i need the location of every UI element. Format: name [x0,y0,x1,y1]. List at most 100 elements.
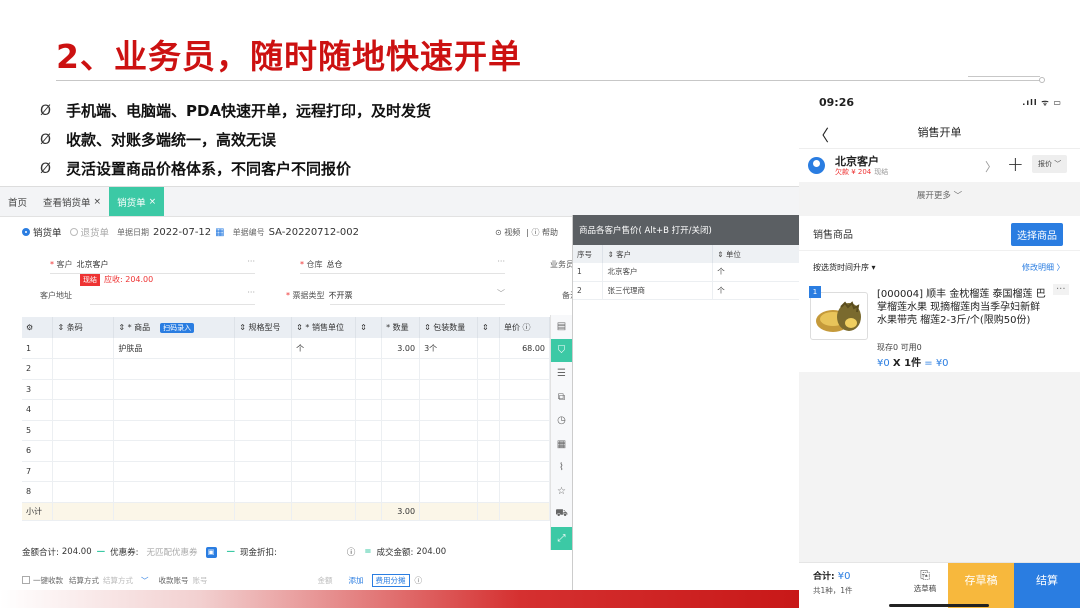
video-link[interactable]: ⊙ 视频 [495,227,520,238]
cell-price[interactable] [499,440,550,462]
cell[interactable] [477,379,500,400]
account-input[interactable]: 账号 [193,575,208,586]
column-qty[interactable]: * 数量 [381,317,421,338]
cell-qty[interactable] [381,461,421,482]
cell-no[interactable]: 2 [22,358,54,380]
sort-select[interactable]: 按选货时间升序 ▾ [813,262,876,273]
cell[interactable] [52,420,115,441]
cell[interactable] [234,338,293,359]
shield-icon[interactable]: ⛉ [551,338,572,362]
cell-unit[interactable] [291,379,357,400]
truck-icon[interactable]: ⛟ [551,503,572,527]
table-row[interactable]: 4 [22,399,550,421]
clock-icon[interactable]: ◷ [551,409,572,433]
table-row[interactable]: 2 [22,358,550,380]
cell-no[interactable]: 6 [22,440,54,462]
cell[interactable] [355,440,383,462]
coupon-select[interactable]: 无匹配优惠券 [147,546,198,558]
column-sale-unit[interactable]: ⇕ * 销售单位 [291,317,357,338]
cell[interactable] [52,440,115,462]
column-price[interactable]: 单价 ⓘ [499,317,550,338]
cell-product[interactable] [113,481,236,503]
cell-product[interactable] [113,399,236,421]
customer-field[interactable]: * 客户 北京客户 ··· [50,257,255,274]
cell-unit[interactable] [291,481,357,503]
cell-qty[interactable] [381,379,421,400]
cell-qty[interactable] [381,358,421,380]
cell[interactable] [234,379,293,400]
edit-detail-link[interactable]: 修改明细 〉 [1022,262,1065,273]
checkout-button[interactable]: 结算 [1014,563,1080,608]
cell-unit[interactable]: 个 [291,338,357,359]
document-icon[interactable]: ▤ [551,315,572,339]
cell[interactable] [477,461,500,482]
cell[interactable] [477,420,500,441]
cell-no[interactable]: 7 [22,461,54,482]
cell-price[interactable] [499,379,550,400]
cell[interactable] [234,461,293,482]
cell[interactable] [477,481,500,503]
tab-home[interactable]: 首页 [0,187,35,216]
tab-sales-order[interactable]: 销货单 × [109,187,165,216]
cell-product[interactable]: 护肤品 [113,338,236,359]
cell[interactable] [355,420,383,441]
cell-product[interactable] [113,379,236,400]
cell-product[interactable] [113,420,236,441]
cell-no[interactable]: 1 [22,338,54,359]
cell-price[interactable] [499,399,550,421]
invoice-type-field[interactable]: * 票据类型 不开票 ﹀ [286,289,505,305]
cell-unit[interactable] [291,420,357,441]
cell-price[interactable]: 68.00 [499,338,550,359]
cell[interactable] [234,420,293,441]
cell[interactable] [234,358,293,380]
cell-pack[interactable] [419,481,479,503]
radio-sale-order[interactable]: 销货单 [22,225,62,239]
cell-pack[interactable] [419,461,479,482]
cell-price[interactable] [499,461,550,482]
cell-qty[interactable] [381,420,421,441]
expand-more[interactable]: 展开更多 ﹀ [799,185,1080,207]
cell-no[interactable]: 5 [22,420,54,441]
table-row[interactable]: 7 [22,461,550,482]
scan-input-button[interactable]: 扫码录入 [160,323,195,333]
close-icon[interactable]: × [94,197,102,207]
column-customer[interactable]: ⇕ 客户 [602,245,714,263]
cell[interactable] [355,338,383,359]
table-row[interactable]: 8 [22,481,550,503]
cell[interactable] [355,461,383,482]
cell-price[interactable] [499,358,550,380]
select-goods-button[interactable]: 选择商品 [1011,223,1063,246]
cell-qty[interactable] [381,399,421,421]
cell-product[interactable] [113,461,236,482]
column-settings[interactable]: ⚙ [22,317,54,338]
cell[interactable] [234,399,293,421]
calendar-icon[interactable]: ▦ [551,433,572,457]
cell-pack[interactable] [419,420,479,441]
cell[interactable] [477,338,500,359]
add-icon[interactable]: + [1007,152,1024,176]
table-row[interactable]: 3 [22,379,550,400]
method-select[interactable]: 结算方式 [103,575,133,586]
cell[interactable] [355,379,383,400]
cell-pack[interactable]: 3个 [419,338,479,359]
more-icon[interactable]: ··· [1053,284,1069,295]
help-link[interactable]: | ⓘ 帮助 [526,227,558,238]
warehouse-field[interactable]: * 仓库 总仓 ··· [300,257,505,274]
help-icon[interactable]: ⓘ [347,546,356,558]
add-payment-button[interactable]: 添加 [349,575,364,586]
cell-no[interactable]: 8 [22,481,54,503]
panel-title[interactable]: 商品各客户售价( Alt+B 打开/关闭) [573,215,800,245]
cell-qty[interactable] [381,481,421,503]
copy-icon[interactable]: ⧉ [551,386,572,410]
cell-unit[interactable] [291,358,357,380]
onekey-checkbox[interactable] [22,576,30,584]
customer-row[interactable]: 北京客户 欠款 ¥ 204 现结 〉 + 报价 ﹀ [799,148,1080,182]
attachment-icon[interactable]: ⌇ [551,456,572,480]
cell-pack[interactable] [419,440,479,462]
radio-return-order[interactable]: 退货单 [69,225,109,239]
cell[interactable] [477,399,500,421]
cell[interactable] [52,461,115,482]
list-icon[interactable]: ☰ [551,362,572,386]
cell-pack[interactable] [419,358,479,380]
address-field[interactable]: 客户地址 ··· [40,288,255,305]
